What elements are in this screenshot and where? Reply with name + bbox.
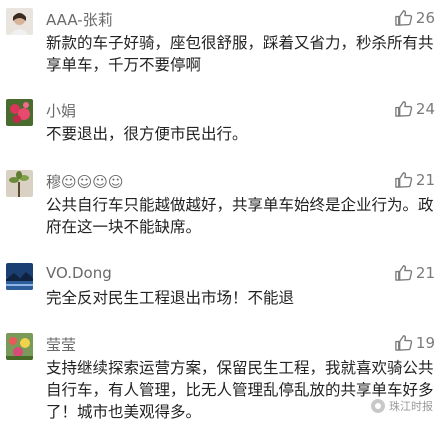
flower-avatar-icon bbox=[6, 99, 33, 126]
commenter-name: 小娟 bbox=[46, 102, 77, 120]
comment-text: 公共自行车只能越做越好，共享单车始终是企业行为。政府在这一块不能缺席。 bbox=[46, 196, 434, 236]
thumbs-up-icon bbox=[395, 172, 413, 188]
like-button[interactable]: 21 bbox=[394, 263, 435, 282]
like-button[interactable]: 24 bbox=[394, 99, 435, 118]
user-avatar-icon bbox=[6, 8, 33, 35]
thumbs-up-icon bbox=[395, 265, 413, 281]
commenter-name: AAA-张莉 bbox=[46, 11, 113, 29]
plant-avatar-icon bbox=[6, 170, 33, 197]
like-button[interactable]: 26 bbox=[394, 8, 435, 27]
comment-text: 完全反对民生工程退出市场！不能退 bbox=[46, 289, 295, 307]
like-count: 21 bbox=[415, 170, 435, 189]
like-button[interactable]: 19 bbox=[394, 333, 435, 352]
thumbs-up-icon bbox=[395, 101, 413, 117]
like-count: 19 bbox=[415, 333, 435, 352]
watermark: 珠江时报 bbox=[371, 398, 433, 414]
commenter-name: 莹莹 bbox=[46, 336, 77, 354]
commenter-name: 穆☺☺☺☺ bbox=[46, 173, 124, 191]
avatar[interactable] bbox=[6, 99, 33, 126]
avatar[interactable] bbox=[6, 333, 33, 360]
like-count: 21 bbox=[415, 263, 435, 282]
comment-text: 新款的车子好骑，座包很舒服，踩着又省力，秒杀所有共享单车，千万不要停啊 bbox=[46, 34, 434, 74]
avatar[interactable] bbox=[6, 263, 33, 290]
avatar[interactable] bbox=[6, 8, 33, 35]
garden-avatar-icon bbox=[6, 333, 33, 360]
thumbs-up-icon bbox=[395, 335, 413, 351]
watermark-text: 珠江时报 bbox=[389, 400, 433, 413]
like-count: 26 bbox=[415, 8, 435, 27]
landscape-avatar-icon bbox=[6, 263, 33, 290]
like-count: 24 bbox=[415, 99, 435, 118]
comment-text: 不要退出，很方便市民出行。 bbox=[46, 125, 248, 143]
thumbs-up-icon bbox=[395, 10, 413, 26]
avatar[interactable] bbox=[6, 170, 33, 197]
like-button[interactable]: 21 bbox=[394, 170, 435, 189]
commenter-name: VO.Dong bbox=[46, 264, 112, 282]
wechat-logo-icon bbox=[371, 399, 385, 413]
